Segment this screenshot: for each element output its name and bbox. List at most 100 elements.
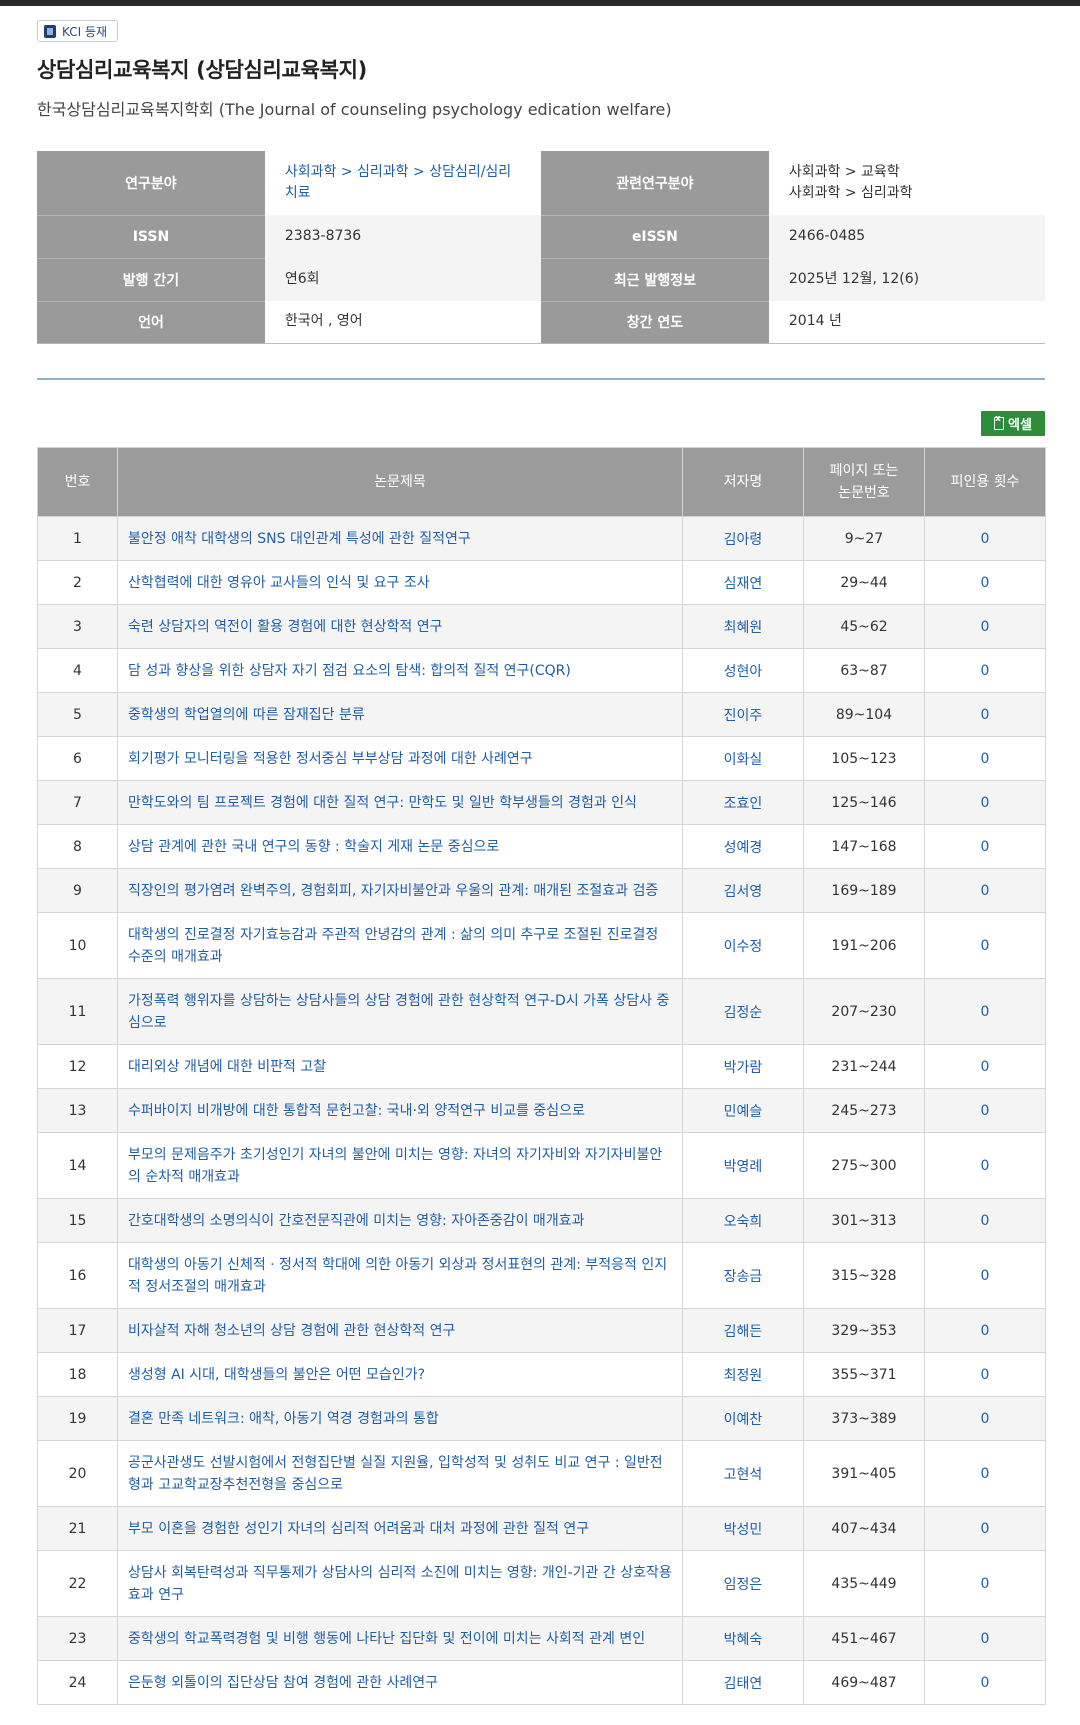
paper-author-link[interactable]: 김아령 — [682, 516, 804, 561]
paper-number: 8 — [37, 824, 118, 869]
paper-title-link[interactable]: 중학생의 학업열의에 따른 잠재집단 분류 — [117, 692, 683, 737]
paper-title-link[interactable]: 대학생의 진로결정 자기효능감과 주관적 안녕감의 관계 : 삶의 의미 추구로… — [117, 912, 683, 979]
paper-number: 3 — [37, 604, 118, 649]
paper-author-link[interactable]: 이화실 — [682, 736, 804, 781]
paper-title-link[interactable]: 담 성과 향상을 위한 상담자 자기 점검 요소의 탐색: 합의적 질적 연구(… — [117, 648, 683, 693]
paper-cited-count[interactable]: 0 — [924, 1616, 1046, 1661]
paper-cited-count[interactable]: 0 — [924, 1396, 1046, 1441]
paper-author-link[interactable]: 김서영 — [682, 868, 804, 913]
paper-number: 7 — [37, 780, 118, 825]
paper-title-link[interactable]: 회기평가 모니터링을 적용한 정서중심 부부상담 과정에 대한 사례연구 — [117, 736, 683, 781]
paper-cited-count[interactable]: 0 — [924, 780, 1046, 825]
table-row: 23 중학생의 학교폭력경험 및 비행 행동에 나타난 집단화 및 전이에 미치는… — [37, 1616, 1046, 1661]
paper-title-link[interactable]: 가정폭력 행위자를 상담하는 상담사들의 상담 경험에 관한 현상학적 연구-D… — [117, 978, 683, 1045]
table-row: 21 부모 이혼을 경험한 성인기 자녀의 심리적 어려움과 대처 과정에 관한 … — [37, 1506, 1046, 1551]
paper-author-link[interactable]: 김태연 — [682, 1660, 804, 1705]
paper-cited-count[interactable]: 0 — [924, 1088, 1046, 1133]
paper-title-link[interactable]: 상담사 회복탄력성과 직무통제가 상담사의 심리적 소진에 미치는 영향: 개인… — [117, 1550, 683, 1617]
paper-cited-count[interactable]: 0 — [924, 604, 1046, 649]
paper-number: 6 — [37, 736, 118, 781]
paper-title-link[interactable]: 생성형 AI 시대, 대학생들의 불안은 어떤 모습인가? — [117, 1352, 683, 1397]
paper-author-link[interactable]: 박성민 — [682, 1506, 804, 1551]
paper-author-link[interactable]: 성현아 — [682, 648, 804, 693]
excel-button-label: 엑셀 — [1008, 418, 1032, 433]
paper-cited-count[interactable]: 0 — [924, 516, 1046, 561]
paper-author-link[interactable]: 성예경 — [682, 824, 804, 869]
paper-title-link[interactable]: 중학생의 학교폭력경험 및 비행 행동에 나타난 집단화 및 전이에 미치는 사… — [117, 1616, 683, 1661]
paper-cited-count[interactable]: 0 — [924, 868, 1046, 913]
paper-author-link[interactable]: 박혜숙 — [682, 1616, 804, 1661]
paper-title-link[interactable]: 결혼 만족 네트워크: 애착, 아동기 역경 경험과의 통합 — [117, 1396, 683, 1441]
table-row: 17 비자살적 자해 청소년의 상담 경험에 관한 현상학적 연구 김해든 329~3… — [37, 1308, 1046, 1353]
field-value-link[interactable]: 사회과학 > 심리과학 > 상담심리/심리치료 — [285, 164, 511, 201]
paper-title-link[interactable]: 부모 이혼을 경험한 성인기 자녀의 심리적 어려움과 대처 과정에 관한 질적… — [117, 1506, 683, 1551]
excel-download-button[interactable]: 엑셀 — [981, 411, 1045, 436]
paper-cited-count[interactable]: 0 — [924, 1550, 1046, 1617]
paper-title-link[interactable]: 불안정 애착 대학생의 SNS 대인관계 특성에 관한 질적연구 — [117, 516, 683, 561]
paper-cited-count[interactable]: 0 — [924, 1660, 1046, 1705]
paper-author-link[interactable]: 박가람 — [682, 1044, 804, 1089]
paper-author-link[interactable]: 진이주 — [682, 692, 804, 737]
paper-author-link[interactable]: 심재연 — [682, 560, 804, 605]
paper-cited-count[interactable]: 0 — [924, 1044, 1046, 1089]
paper-cited-count[interactable]: 0 — [924, 1242, 1046, 1309]
paper-number: 17 — [37, 1308, 118, 1353]
paper-cited-count[interactable]: 0 — [924, 560, 1046, 605]
paper-author-link[interactable]: 김정순 — [682, 978, 804, 1045]
paper-pages: 391~405 — [803, 1440, 925, 1507]
paper-title-link[interactable]: 비자살적 자해 청소년의 상담 경험에 관한 현상학적 연구 — [117, 1308, 683, 1353]
paper-cited-count[interactable]: 0 — [924, 1352, 1046, 1397]
paper-author-link[interactable]: 최정원 — [682, 1352, 804, 1397]
frequency-value: 연6회 — [264, 258, 541, 301]
paper-cited-count[interactable]: 0 — [924, 1198, 1046, 1243]
paper-title-link[interactable]: 산학협력에 대한 영유아 교사들의 인식 및 요구 조사 — [117, 560, 683, 605]
paper-author-link[interactable]: 오숙희 — [682, 1198, 804, 1243]
paper-title-link[interactable]: 숙련 상담자의 역전이 활용 경험에 대한 현상학적 연구 — [117, 604, 683, 649]
paper-title-link[interactable]: 수퍼바이지 비개방에 대한 통합적 문헌고찰: 국내·외 양적연구 비교를 중심… — [117, 1088, 683, 1133]
paper-title-link[interactable]: 은둔형 외톨이의 집단상담 참여 경험에 관한 사례연구 — [117, 1660, 683, 1705]
paper-title-link[interactable]: 대학생의 아동기 신체적 · 정서적 학대에 의한 아동기 외상과 정서표현의 … — [117, 1242, 683, 1309]
paper-author-link[interactable]: 박영례 — [682, 1132, 804, 1199]
paper-cited-count[interactable]: 0 — [924, 648, 1046, 693]
paper-author-link[interactable]: 장송금 — [682, 1242, 804, 1309]
paper-author-link[interactable]: 이예찬 — [682, 1396, 804, 1441]
table-row: 15 간호대학생의 소명의식이 간호전문직관에 미치는 영향: 자아존중감이 매개… — [37, 1198, 1046, 1243]
table-row: 1 불안정 애착 대학생의 SNS 대인관계 특성에 관한 질적연구 김아령 9~27… — [37, 516, 1046, 561]
paper-author-link[interactable]: 민예슬 — [682, 1088, 804, 1133]
paper-cited-count[interactable]: 0 — [924, 736, 1046, 781]
paper-cited-count[interactable]: 0 — [924, 978, 1046, 1045]
paper-title-link[interactable]: 부모의 문제음주가 초기성인기 자녀의 불안에 미치는 영향: 자녀의 자기자비… — [117, 1132, 683, 1199]
paper-cited-count[interactable]: 0 — [924, 1506, 1046, 1551]
paper-author-link[interactable]: 이수정 — [682, 912, 804, 979]
paper-pages: 45~62 — [803, 604, 925, 649]
table-row: 8 상담 관계에 관한 국내 연구의 동향 : 학술지 게재 논문 중심으로 성예경… — [37, 824, 1046, 869]
paper-pages: 245~273 — [803, 1088, 925, 1133]
paper-number: 22 — [37, 1550, 118, 1617]
paper-title-link[interactable]: 대리외상 개념에 대한 비판적 고찰 — [117, 1044, 683, 1089]
paper-title-link[interactable]: 직장인의 평가염려 완벽주의, 경험회피, 자기자비불안과 우울의 관계: 매개… — [117, 868, 683, 913]
table-row: 16 대학생의 아동기 신체적 · 정서적 학대에 의한 아동기 외상과 정서표현… — [37, 1242, 1046, 1309]
table-row: 10 대학생의 진로결정 자기효능감과 주관적 안녕감의 관계 : 삶의 의미 추… — [37, 912, 1046, 979]
paper-number: 20 — [37, 1440, 118, 1507]
paper-author-link[interactable]: 최혜원 — [682, 604, 804, 649]
paper-title-link[interactable]: 공군사관생도 선발시험에서 전형집단별 실질 지원율, 입학성적 및 성취도 비… — [117, 1440, 683, 1507]
table-row: 18 생성형 AI 시대, 대학생들의 불안은 어떤 모습인가? 최정원 355~37… — [37, 1352, 1046, 1397]
frequency-label: 발행 간기 — [37, 258, 265, 302]
paper-title-link[interactable]: 상담 관계에 관한 국내 연구의 동향 : 학술지 게재 논문 중심으로 — [117, 824, 683, 869]
paper-author-link[interactable]: 임정은 — [682, 1550, 804, 1617]
paper-pages: 207~230 — [803, 978, 925, 1045]
paper-cited-count[interactable]: 0 — [924, 692, 1046, 737]
paper-number: 13 — [37, 1088, 118, 1133]
table-row: 22 상담사 회복탄력성과 직무통제가 상담사의 심리적 소진에 미치는 영향: … — [37, 1550, 1046, 1617]
paper-cited-count[interactable]: 0 — [924, 1440, 1046, 1507]
paper-cited-count[interactable]: 0 — [924, 1132, 1046, 1199]
paper-cited-count[interactable]: 0 — [924, 912, 1046, 979]
paper-author-link[interactable]: 조효인 — [682, 780, 804, 825]
paper-title-link[interactable]: 만학도와의 팀 프로젝트 경험에 대한 질적 연구: 만학도 및 일반 학부생들… — [117, 780, 683, 825]
paper-title-link[interactable]: 간호대학생의 소명의식이 간호전문직관에 미치는 영향: 자아존중감이 매개효과 — [117, 1198, 683, 1243]
paper-author-link[interactable]: 고현석 — [682, 1440, 804, 1507]
paper-number: 21 — [37, 1506, 118, 1551]
paper-cited-count[interactable]: 0 — [924, 1308, 1046, 1353]
paper-author-link[interactable]: 김해든 — [682, 1308, 804, 1353]
paper-cited-count[interactable]: 0 — [924, 824, 1046, 869]
